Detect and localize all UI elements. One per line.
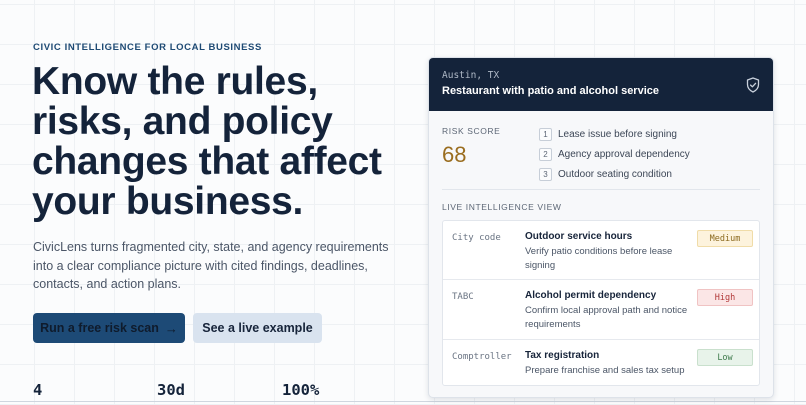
issue-text: Outdoor seating condition [558,168,672,180]
card-location: Austin, TX [442,70,500,81]
list-item: 3 Outdoor seating condition [539,164,690,184]
stat-value: 100% [282,381,320,399]
issue-number: 2 [539,147,552,161]
hero-eyebrow: CIVIC INTELLIGENCE FOR LOCAL BUSINESS [33,42,262,53]
arrow-right-icon: → [164,320,178,336]
intelligence-row[interactable]: City code Outdoor service hours Verify p… [443,221,759,280]
card-divider [442,189,760,190]
row-description: Verify patio conditions before lease sig… [525,246,673,271]
see-live-example-label: See a live example [202,321,313,335]
issue-text: Agency approval dependency [558,148,690,160]
row-description: Confirm local approval path and notice r… [525,305,688,330]
severity-badge: Medium [697,230,753,247]
stat-value: 30d [157,381,185,399]
issue-text: Lease issue before signing [558,128,677,140]
card-title: Restaurant with patio and alcohol servic… [442,85,659,97]
severity-badge: High [697,289,753,306]
shield-check-icon [746,77,760,93]
stat-value: 4 [33,381,43,399]
issue-number: 3 [539,167,552,181]
issue-list: 1 Lease issue before signing 2 Agency ap… [539,124,690,184]
hero-description: CivicLens turns fragmented city, state, … [33,240,389,291]
list-item: 2 Agency approval dependency [539,144,690,164]
row-source: Comptroller [452,352,512,362]
live-view-label: LIVE INTELLIGENCE VIEW [442,202,562,212]
see-live-example-button[interactable]: See a live example [193,313,322,343]
list-item: 1 Lease issue before signing [539,124,690,144]
row-title: Alcohol permit dependency [525,290,657,301]
hero-headline: Know the rules, risks, and policy change… [32,60,382,223]
row-description: Prepare franchise and sales tax setup [525,365,685,376]
card-header: Austin, TX Restaurant with patio and alc… [429,58,773,111]
run-risk-scan-label: Run a free risk scan [40,321,159,335]
intelligence-row[interactable]: Comptroller Tax registration Prepare fra… [443,340,759,386]
section-divider [0,401,806,402]
severity-badge: Low [697,349,753,366]
row-source: TABC [452,292,474,302]
row-source: City code [452,233,501,243]
row-title: Tax registration [525,350,600,361]
intelligence-row[interactable]: TABC Alcohol permit dependency Confirm l… [443,280,759,340]
run-risk-scan-button[interactable]: Run a free risk scan → [33,313,185,343]
risk-scan-card: Austin, TX Restaurant with patio and alc… [428,57,774,398]
row-title: Outdoor service hours [525,231,633,242]
risk-score-label: RISK SCORE [442,126,501,136]
intelligence-list: City code Outdoor service hours Verify p… [442,220,760,386]
issue-number: 1 [539,127,552,141]
risk-score-value: 68 [442,142,467,167]
